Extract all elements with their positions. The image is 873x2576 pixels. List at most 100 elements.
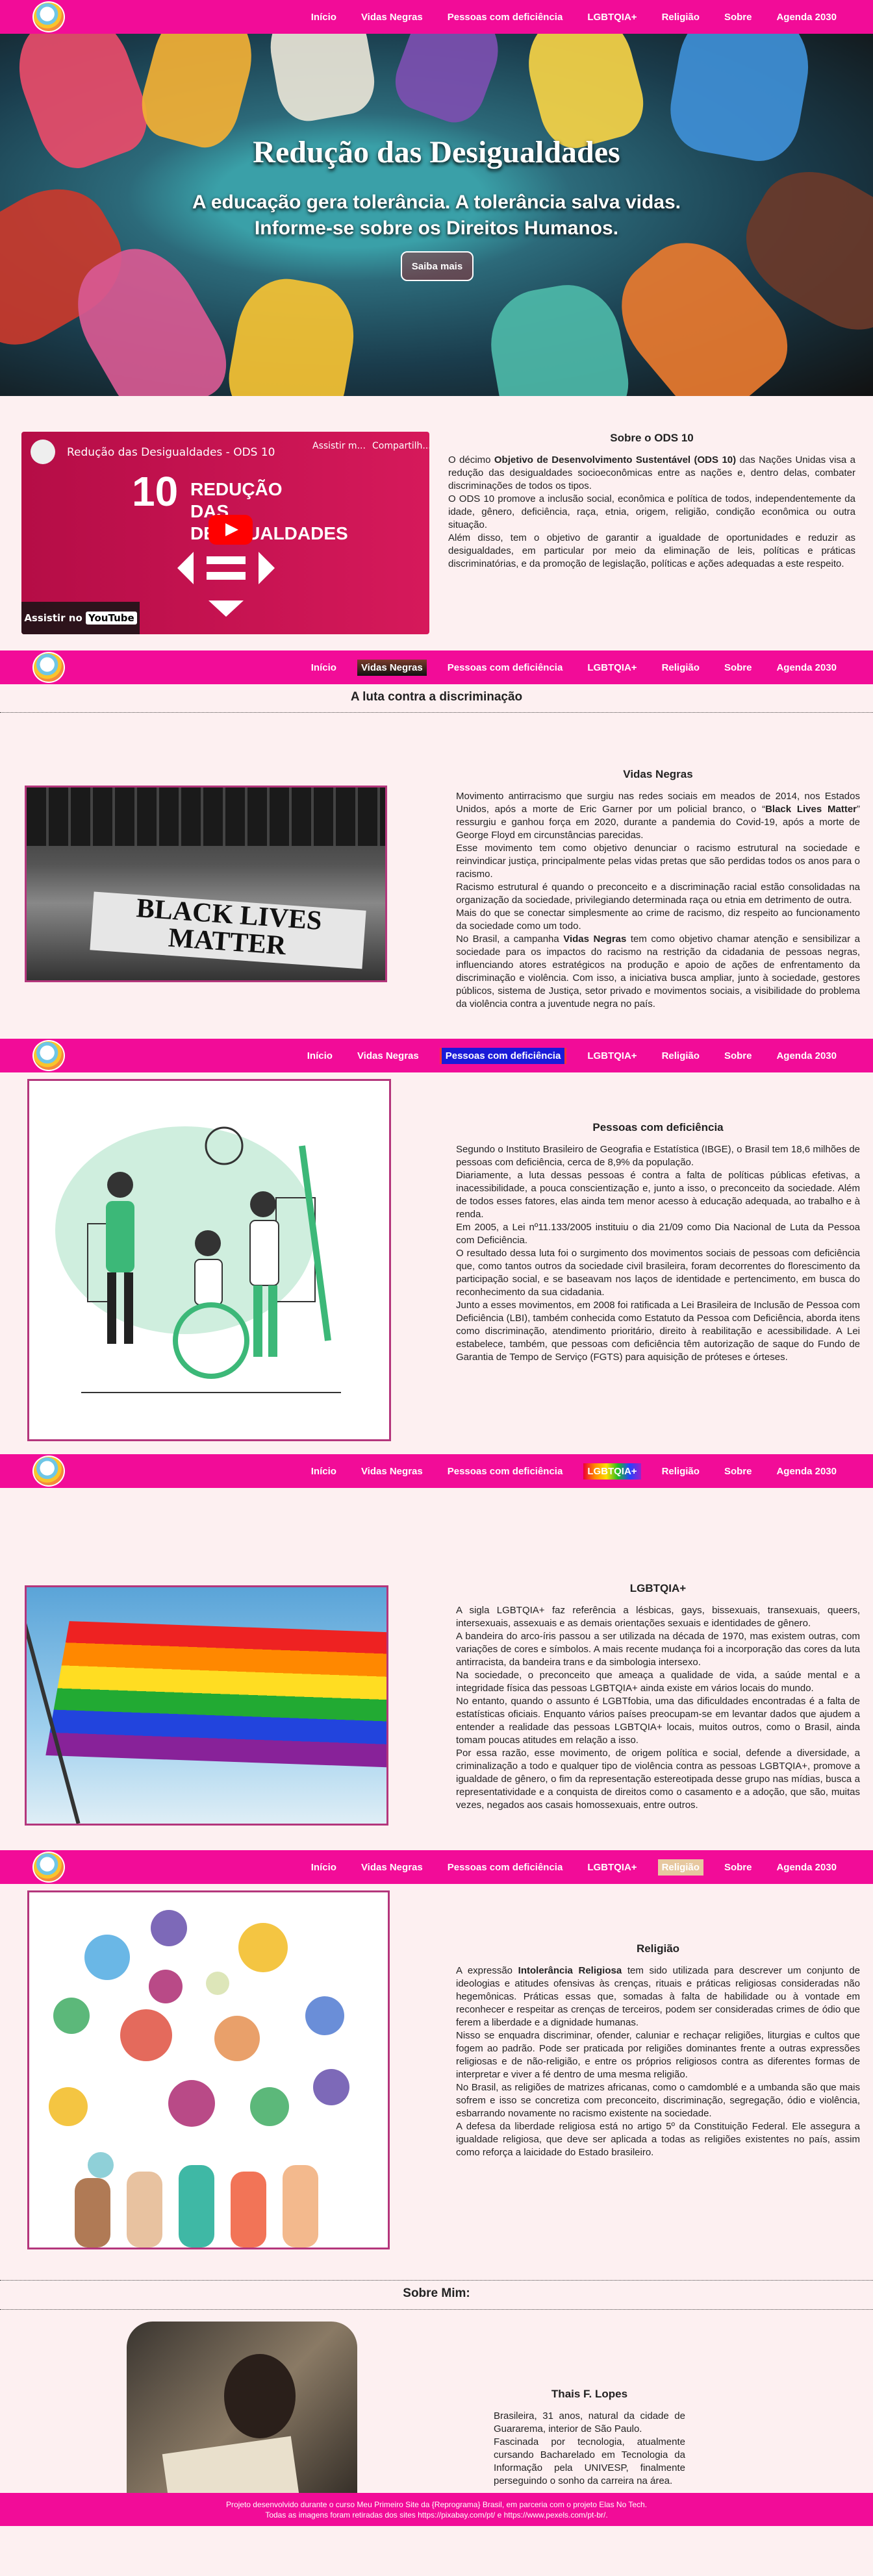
nav-vidas-negras[interactable]: Vidas Negras bbox=[353, 1048, 423, 1064]
nav-lgbt[interactable]: LGBTQIA+ bbox=[583, 9, 640, 25]
section-navbar: Início Vidas Negras Pessoas com deficiên… bbox=[0, 1850, 873, 1884]
site-logo[interactable] bbox=[32, 1, 65, 32]
pcd-paragraph: Diariamente, a luta dessas pessoas é con… bbox=[456, 1170, 860, 1220]
religiao-paragraph: A defesa da liberdade religiosa está no … bbox=[456, 2121, 860, 2158]
youtube-video-embed[interactable]: Redução das Desigualdades - ODS 10 Assis… bbox=[21, 432, 429, 634]
pcd-paragraph: Em 2005, a Lei nº11.133/2005 instituiu o… bbox=[456, 1222, 860, 1246]
vidas-negras-heading: Vidas Negras bbox=[623, 768, 693, 780]
nav-inicio[interactable]: Início bbox=[303, 1048, 336, 1064]
watch-on-youtube-button[interactable]: Assistir no YouTube bbox=[21, 602, 140, 634]
equality-icon bbox=[177, 552, 275, 617]
vidas-negras-section: BLACK LIVES MATTER Vidas Negras Moviment… bbox=[0, 713, 873, 1039]
footer: Projeto desenvolvido durante o curso Meu… bbox=[0, 2493, 873, 2526]
religiao-paragraph: A expressão Intolerância Religiosa tem s… bbox=[456, 1964, 860, 2029]
nav-religiao[interactable]: Religião bbox=[658, 660, 703, 676]
hero-banner: Redução das Desigualdades A educação ger… bbox=[0, 34, 873, 396]
lgbt-paragraph: A bandeira do arco-íris passou a ser uti… bbox=[456, 1631, 860, 1668]
vidas-p5b: Vidas Negras bbox=[563, 934, 627, 945]
vidas-negras-text: Vidas Negras Movimento antirracismo que … bbox=[456, 768, 860, 1011]
top-navbar: Início Vidas Negras Pessoas com deficiên… bbox=[0, 0, 873, 34]
vidas-paragraph: No Brasil, a campanha Vidas Negras tem c… bbox=[456, 933, 860, 1011]
nav-agenda[interactable]: Agenda 2030 bbox=[772, 9, 841, 25]
nav-lgbt[interactable]: LGBTQIA+ bbox=[583, 1463, 641, 1480]
banner-text: BLACK LIVES MATTER bbox=[90, 891, 366, 969]
nav-pcd[interactable]: Pessoas com deficiência bbox=[444, 1859, 567, 1876]
flag-stripes bbox=[45, 1621, 386, 1768]
nav-sobre[interactable]: Sobre bbox=[720, 1048, 756, 1064]
site-logo[interactable] bbox=[32, 1040, 65, 1071]
lgbt-paragraph: Na sociedade, o preconceito que ameaça a… bbox=[456, 1670, 860, 1694]
nav-vidas-negras[interactable]: Vidas Negras bbox=[357, 659, 427, 676]
discrimination-title: A luta contra a discriminação bbox=[0, 684, 873, 713]
nav-vidas-negras[interactable]: Vidas Negras bbox=[357, 1859, 427, 1876]
pcd-paragraph: Junto a esses movimentos, em 2008 foi ra… bbox=[456, 1300, 860, 1363]
nav-inicio[interactable]: Início bbox=[307, 9, 340, 25]
nav-sobre[interactable]: Sobre bbox=[720, 660, 756, 676]
nav-sobre[interactable]: Sobre bbox=[720, 1463, 756, 1480]
pcd-illustration bbox=[27, 1079, 391, 1441]
nav-agenda[interactable]: Agenda 2030 bbox=[772, 1463, 841, 1480]
nav-pcd[interactable]: Pessoas com deficiência bbox=[439, 1047, 567, 1064]
nav-sobre[interactable]: Sobre bbox=[720, 9, 756, 25]
nav-religiao[interactable]: Religião bbox=[657, 1859, 703, 1876]
nav-inicio[interactable]: Início bbox=[307, 1463, 340, 1480]
religiao-heading: Religião bbox=[636, 1942, 680, 1955]
nav-agenda[interactable]: Agenda 2030 bbox=[772, 1048, 841, 1064]
nav-agenda[interactable]: Agenda 2030 bbox=[772, 660, 841, 676]
nav-pcd[interactable]: Pessoas com deficiência bbox=[444, 660, 567, 676]
site-logo[interactable] bbox=[32, 652, 65, 683]
saiba-mais-button[interactable]: Saiba mais bbox=[401, 251, 474, 281]
watch-later-label[interactable]: Assistir m... bbox=[312, 441, 366, 451]
religiao-p1a: A expressão bbox=[456, 1965, 518, 1976]
hand-image bbox=[386, 34, 510, 130]
about-paragraph: Fascinada por tecnologia, atualmente cur… bbox=[494, 2436, 685, 2486]
hero-subtitle: A educação gera tolerância. A tolerância… bbox=[0, 190, 873, 242]
lgbt-section: LGBTQIA+ A sigla LGBTQIA+ faz referência… bbox=[0, 1488, 873, 1850]
nav-agenda[interactable]: Agenda 2030 bbox=[772, 1859, 841, 1876]
pcd-section: Pessoas com deficiência Segundo o Instit… bbox=[0, 1072, 873, 1454]
black-lives-matter-image: BLACK LIVES MATTER bbox=[25, 786, 387, 982]
nav-pcd[interactable]: Pessoas com deficiência bbox=[444, 9, 567, 25]
video-title[interactable]: Redução das Desigualdades - ODS 10 bbox=[67, 446, 275, 459]
ods-p1b: Objetivo de Desenvolvimento Sustentável … bbox=[494, 454, 737, 465]
site-logo[interactable] bbox=[32, 1455, 65, 1487]
nav-religiao[interactable]: Religião bbox=[658, 9, 703, 25]
hero-subtitle-line2: Informe-se sobre os Direitos Humanos. bbox=[254, 217, 619, 239]
hand-image bbox=[263, 34, 380, 126]
nav-lgbt[interactable]: LGBTQIA+ bbox=[583, 660, 640, 676]
hand-image bbox=[482, 277, 635, 396]
site-logo[interactable] bbox=[32, 1852, 65, 1883]
nav-inicio[interactable]: Início bbox=[307, 660, 340, 676]
nav-vidas-negras[interactable]: Vidas Negras bbox=[357, 1463, 427, 1480]
ods-heading: Sobre o ODS 10 bbox=[610, 432, 694, 444]
play-icon[interactable] bbox=[209, 515, 253, 545]
about-paragraph: Brasileira, 31 anos, natural da cidade d… bbox=[494, 2410, 685, 2434]
section-navbar: Início Vidas Negras Pessoas com deficiên… bbox=[0, 1039, 873, 1072]
share-label[interactable]: Compartilh... bbox=[372, 441, 429, 451]
nav-lgbt[interactable]: LGBTQIA+ bbox=[583, 1048, 640, 1064]
nav-sobre[interactable]: Sobre bbox=[720, 1859, 756, 1876]
watch-on-label: Assistir no bbox=[24, 612, 82, 624]
profile-photo bbox=[127, 2322, 357, 2520]
religiao-paragraph: Nisso se enquadra discriminar, ofender, … bbox=[456, 2030, 860, 2080]
rainbow-flag-image bbox=[25, 1585, 388, 1826]
lgbt-paragraph: A sigla LGBTQIA+ faz referência a lésbic… bbox=[456, 1605, 860, 1629]
lgbt-text: LGBTQIA+ A sigla LGBTQIA+ faz referência… bbox=[456, 1582, 860, 1812]
religiao-section: Religião A expressão Intolerância Religi… bbox=[0, 1884, 873, 2280]
nav-lgbt[interactable]: LGBTQIA+ bbox=[583, 1859, 640, 1876]
pcd-paragraph: O resultado dessa luta foi o surgimento … bbox=[456, 1248, 860, 1298]
nav-pcd[interactable]: Pessoas com deficiência bbox=[444, 1463, 567, 1480]
religious-symbols bbox=[49, 1910, 349, 2248]
footer-line2: Todas as imagens foram retiradas dos sit… bbox=[265, 2510, 608, 2520]
nav-religiao[interactable]: Religião bbox=[658, 1048, 703, 1064]
nav-religiao[interactable]: Religião bbox=[658, 1463, 703, 1480]
pcd-paragraph: Segundo o Instituto Brasileiro de Geogra… bbox=[456, 1144, 860, 1168]
nav-inicio[interactable]: Início bbox=[307, 1859, 340, 1876]
vidas-paragraph: Esse movimento tem como objetivo denunci… bbox=[456, 843, 860, 880]
nav-vidas-negras[interactable]: Vidas Negras bbox=[357, 9, 427, 25]
religiao-text: Religião A expressão Intolerância Religi… bbox=[456, 1942, 860, 2159]
channel-avatar[interactable] bbox=[31, 440, 55, 464]
about-title: Sobre Mim: bbox=[0, 2280, 873, 2310]
ods-text: Sobre o ODS 10 O décimo Objetivo de Dese… bbox=[448, 432, 855, 571]
ods-paragraph: O décimo Objetivo de Desenvolvimento Sus… bbox=[448, 454, 855, 493]
